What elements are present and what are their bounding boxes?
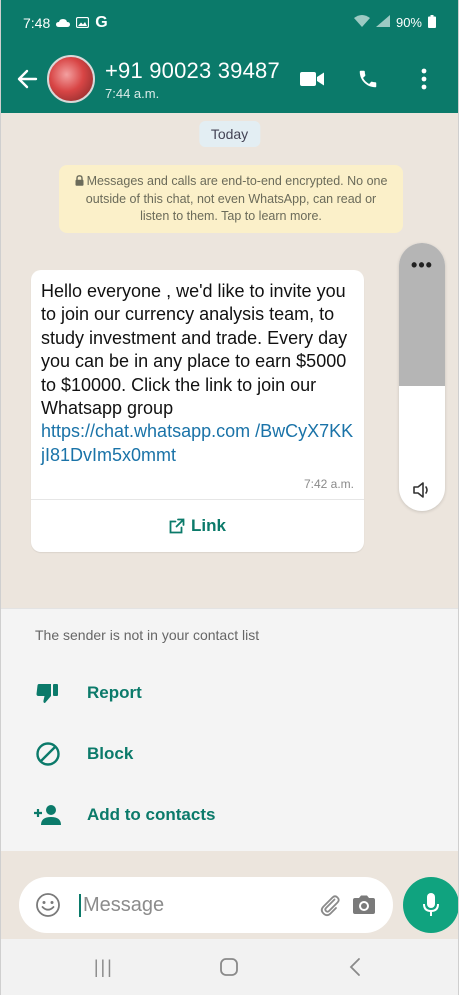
system-back-button[interactable] xyxy=(335,947,375,987)
emoji-icon xyxy=(36,893,60,917)
recents-icon: ||| xyxy=(93,956,114,977)
whatsapp-chat-screen: 7:48 G 90% +91 90023 39487 7:44 a.m. Tod… xyxy=(0,0,459,995)
google-icon: G xyxy=(95,13,108,31)
kebab-menu-icon xyxy=(421,68,427,90)
video-call-button[interactable] xyxy=(298,65,326,93)
camera-icon xyxy=(353,895,375,914)
home-icon xyxy=(220,958,239,976)
recents-button[interactable]: ||| xyxy=(84,947,124,987)
voice-call-button[interactable] xyxy=(354,65,382,93)
speaker-icon[interactable] xyxy=(399,481,445,499)
block-button[interactable]: Block xyxy=(33,734,133,774)
block-label: Block xyxy=(87,744,134,763)
composer-area: Message xyxy=(1,851,458,939)
message-input[interactable]: Message xyxy=(19,877,393,933)
status-time: 7:48 xyxy=(23,14,51,31)
date-divider: Today xyxy=(198,121,261,147)
chat-header: +91 90023 39487 7:44 a.m. xyxy=(1,45,458,113)
emoji-button[interactable] xyxy=(31,888,65,922)
microphone-icon xyxy=(423,893,439,916)
last-seen: 7:44 a.m. xyxy=(105,85,160,101)
header-actions xyxy=(298,65,438,93)
back-button[interactable] xyxy=(9,55,45,103)
add-person-icon xyxy=(33,800,63,830)
add-to-contacts-label: Add to contacts xyxy=(87,805,216,824)
voice-message-button[interactable] xyxy=(403,877,458,933)
home-button[interactable] xyxy=(209,947,249,987)
system-nav-bar: ||| xyxy=(1,939,458,995)
more-options-button[interactable] xyxy=(410,65,438,93)
incoming-message-bubble[interactable]: Hello everyone , we'd like to invite you… xyxy=(31,270,364,553)
unknown-sender-panel: The sender is not in your contact list R… xyxy=(1,608,458,851)
block-icon xyxy=(33,739,63,769)
contact-avatar[interactable] xyxy=(47,55,95,103)
message-placeholder[interactable]: Message xyxy=(79,893,313,917)
lock-icon xyxy=(75,174,84,191)
cloud-icon xyxy=(56,15,71,31)
add-to-contacts-button[interactable]: Add to contacts xyxy=(33,795,215,835)
encryption-notice-text: Messages and calls are end-to-end encryp… xyxy=(85,174,388,223)
volume-slider-fill[interactable]: ••• xyxy=(399,243,445,386)
wifi-icon xyxy=(353,15,370,30)
status-bar: 7:48 G 90% xyxy=(1,0,458,45)
report-button[interactable]: Report xyxy=(33,673,142,713)
signal-icon xyxy=(375,15,390,30)
camera-button[interactable] xyxy=(347,888,381,922)
contact-number: +91 90023 39487 xyxy=(105,57,280,83)
attach-button[interactable] xyxy=(313,888,347,922)
volume-menu-dots-icon[interactable]: ••• xyxy=(399,255,445,276)
status-right: 90% xyxy=(353,14,436,31)
message-text: Hello everyone , we'd like to invite you… xyxy=(41,281,348,418)
unknown-sender-note: The sender is not in your contact list xyxy=(35,627,260,643)
external-link-icon xyxy=(169,518,185,534)
encryption-notice[interactable]: Messages and calls are end-to-end encryp… xyxy=(59,165,403,233)
thumbs-down-icon xyxy=(33,678,63,708)
open-link-button[interactable]: Link xyxy=(41,500,354,552)
chevron-left-icon xyxy=(349,958,361,976)
phone-icon xyxy=(359,70,377,88)
floating-volume-control[interactable]: ••• xyxy=(399,243,445,511)
chat-area[interactable]: Today Messages and calls are end-to-end … xyxy=(1,113,458,608)
gallery-icon xyxy=(76,15,90,31)
contact-info[interactable]: +91 90023 39487 7:44 a.m. xyxy=(105,58,298,101)
message-link[interactable]: https://chat.whatsapp.com /BwCyX7KKjI81D… xyxy=(41,420,354,467)
open-link-label: Link xyxy=(191,516,226,536)
video-camera-icon xyxy=(300,72,324,86)
battery-icon xyxy=(428,14,436,31)
message-time: 7:42 a.m. xyxy=(303,477,354,492)
report-label: Report xyxy=(87,683,142,702)
battery-level: 90% xyxy=(395,15,422,30)
paperclip-icon xyxy=(320,895,340,917)
status-left: 7:48 G xyxy=(23,14,108,32)
back-arrow-icon xyxy=(17,69,38,89)
